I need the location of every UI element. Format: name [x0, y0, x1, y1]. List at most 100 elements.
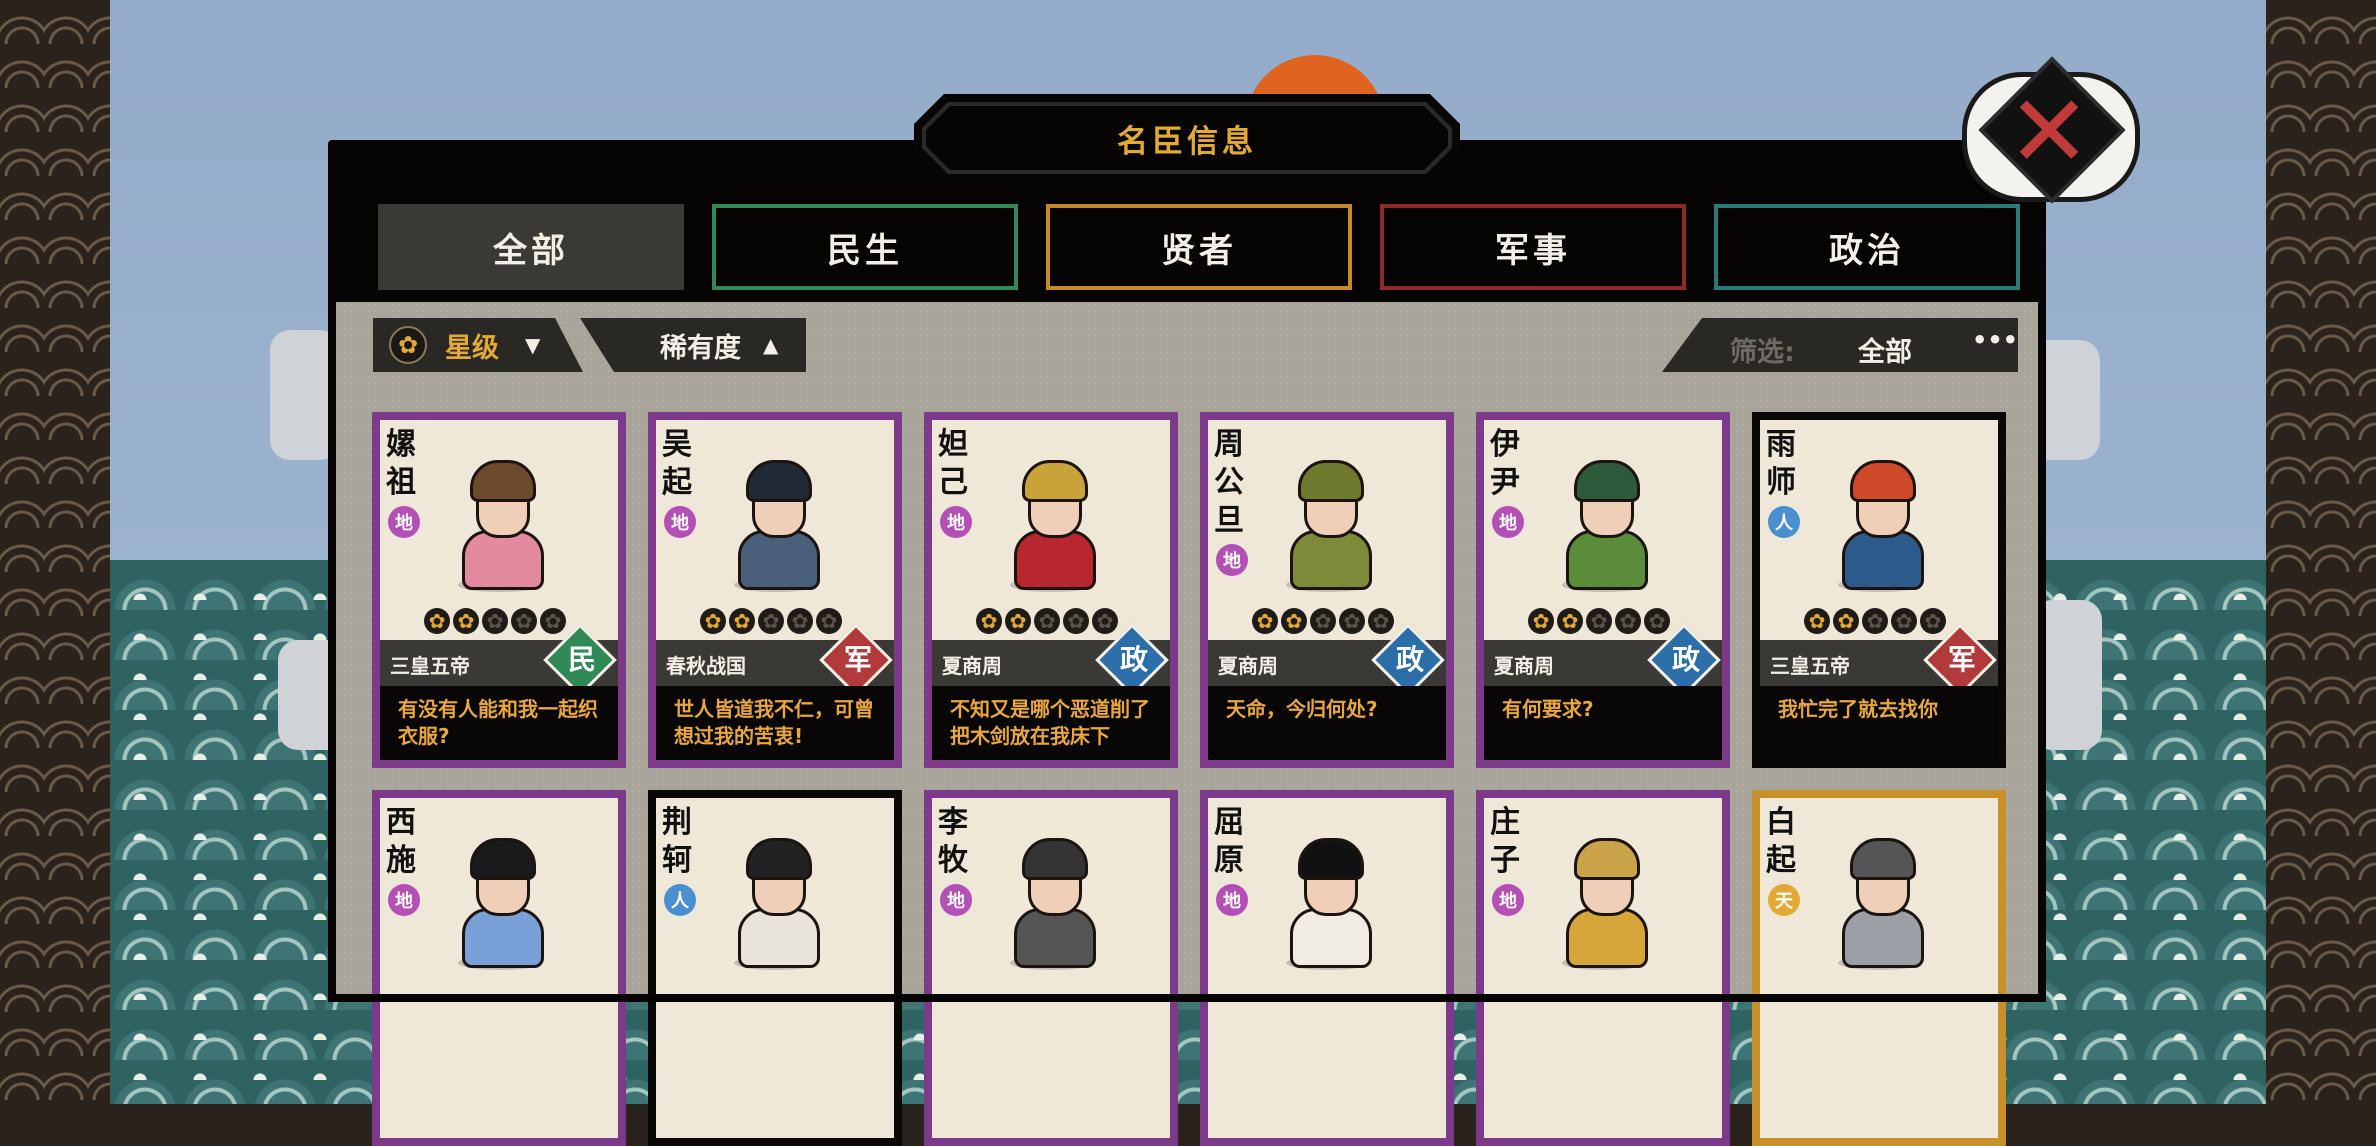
name-char: 师	[1766, 465, 1796, 500]
minister-portrait	[992, 828, 1112, 970]
minister-portrait	[1820, 828, 1940, 970]
card-body: 妲己地 ✿ ✿ ✿ ✿ ✿ 夏商周政不知又是哪个恶道削了把木剑放在我床下	[932, 420, 1170, 760]
card-body: 白起天	[1760, 798, 1998, 1138]
star-rating: ✿ ✿ ✿ ✿ ✿	[700, 608, 842, 634]
rarity-badge: 地	[388, 506, 420, 538]
portrait-hair	[1298, 838, 1364, 880]
rarity-badge: 人	[664, 884, 696, 916]
minister-quote: 天命，今归何处?	[1208, 686, 1446, 760]
filter-label: 筛选:	[1730, 337, 1795, 368]
rarity-badge: 地	[940, 884, 972, 916]
name-char: 白	[1766, 805, 1796, 840]
close-icon[interactable]: ✕	[1990, 82, 2108, 182]
star-empty-icon: ✿	[1920, 608, 1946, 634]
portrait-hair	[1850, 460, 1916, 502]
minister-portrait	[1544, 450, 1664, 592]
era-label: 春秋战国	[666, 654, 746, 678]
tab-politics[interactable]: 政治	[1714, 204, 2020, 290]
tab-all[interactable]: 全部	[378, 204, 684, 290]
minister-name: 李牧	[938, 804, 972, 880]
minister-portrait	[716, 828, 836, 970]
minister-card[interactable]: 吴起地 ✿ ✿ ✿ ✿ ✿ 春秋战国军世人皆道我不仁，可曾想过我的苦衷!	[648, 412, 902, 768]
portrait-hair	[1298, 460, 1364, 502]
star-empty-icon: ✿	[1339, 608, 1365, 634]
era-label: 夏商周	[1218, 654, 1278, 678]
star-empty-icon: ✿	[787, 608, 813, 634]
card-body: 吴起地 ✿ ✿ ✿ ✿ ✿ 春秋战国军世人皆道我不仁，可曾想过我的苦衷!	[656, 420, 894, 760]
card-body: 周公旦地 ✿ ✿ ✿ ✿ ✿ 夏商周政天命，今归何处?	[1208, 420, 1446, 760]
rarity-badge: 地	[664, 506, 696, 538]
minister-portrait	[440, 828, 560, 970]
tab-label: 贤者	[1161, 230, 1237, 271]
portrait-body	[1842, 530, 1924, 590]
name-char: 起	[662, 465, 692, 500]
tab-military[interactable]: 军事	[1380, 204, 1686, 290]
portrait-hair	[1574, 460, 1640, 502]
star-empty-icon: ✿	[758, 608, 784, 634]
star-empty-icon: ✿	[1891, 608, 1917, 634]
name-char: 伊	[1490, 427, 1520, 462]
era-label: 三皇五帝	[1770, 654, 1850, 678]
star-filled-icon: ✿	[1804, 608, 1830, 634]
star-empty-icon: ✿	[511, 608, 537, 634]
triangle-down-icon: ▼	[525, 333, 541, 357]
type-label: 政	[1119, 643, 1148, 676]
sort-by-rarity-button[interactable]: 稀有度 ▲	[580, 318, 806, 372]
minister-card[interactable]: 西施地	[372, 790, 626, 1146]
minister-quote: 有没有人能和我一起织衣服?	[380, 686, 618, 760]
name-char: 庄	[1490, 805, 1520, 840]
name-char: 李	[938, 805, 968, 840]
card-body: 屈原地	[1208, 798, 1446, 1138]
star-filled-icon: ✿	[424, 608, 450, 634]
sort-by-star-button[interactable]: ✿ 星级 ▼	[373, 318, 583, 372]
rarity-badge: 地	[1492, 506, 1524, 538]
minister-card[interactable]: 伊尹地 ✿ ✿ ✿ ✿ ✿ 夏商周政有何要求?	[1476, 412, 1730, 768]
minister-card[interactable]: 李牧地	[924, 790, 1178, 1146]
minister-card[interactable]: 荆轲人	[648, 790, 902, 1146]
tab-sages[interactable]: 贤者	[1046, 204, 1352, 290]
portrait-hair	[470, 838, 536, 880]
name-char: 雨	[1766, 427, 1796, 462]
portrait-hair	[746, 838, 812, 880]
rarity-badge: 地	[1216, 544, 1248, 576]
name-char: 祖	[386, 465, 416, 500]
star-filled-icon: ✿	[1252, 608, 1278, 634]
name-char: 施	[386, 843, 416, 878]
portrait-body	[1014, 530, 1096, 590]
name-char: 屈	[1214, 805, 1244, 840]
minister-card[interactable]: 雨师人 ✿ ✿ ✿ ✿ ✿ 三皇五帝军我忙完了就去找你	[1752, 412, 2006, 768]
star-filled-icon: ✿	[1557, 608, 1583, 634]
name-char: 旦	[1214, 503, 1244, 538]
type-label: 民	[567, 643, 596, 676]
card-body: 嫘祖地 ✿ ✿ ✿ ✿ ✿ 三皇五帝民有没有人能和我一起织衣服?	[380, 420, 618, 760]
more-options-icon[interactable]: •••	[1972, 326, 2018, 354]
name-char: 原	[1214, 843, 1244, 878]
tab-livelihood[interactable]: 民生	[712, 204, 1018, 290]
portrait-body	[738, 908, 820, 968]
name-char: 子	[1490, 843, 1520, 878]
minister-name: 吴起	[662, 426, 696, 502]
star-empty-icon: ✿	[1586, 608, 1612, 634]
star-empty-icon: ✿	[1310, 608, 1336, 634]
minister-card[interactable]: 白起天	[1752, 790, 2006, 1146]
star-empty-icon: ✿	[1034, 608, 1060, 634]
minister-card[interactable]: 屈原地	[1200, 790, 1454, 1146]
minister-card[interactable]: 庄子地	[1476, 790, 1730, 1146]
left-decorative-border	[0, 0, 116, 1104]
name-char: 西	[386, 805, 416, 840]
star-empty-icon: ✿	[482, 608, 508, 634]
filter-value[interactable]: 全部	[1858, 330, 1912, 369]
portrait-hair	[1022, 460, 1088, 502]
star-rating: ✿ ✿ ✿ ✿ ✿	[1252, 608, 1394, 634]
star-filled-icon: ✿	[729, 608, 755, 634]
minister-quote: 我忙完了就去找你	[1760, 686, 1998, 760]
rarity-badge: 地	[1216, 884, 1248, 916]
right-decorative-border	[2260, 0, 2376, 1104]
name-char: 周	[1214, 427, 1244, 462]
minister-card[interactable]: 妲己地 ✿ ✿ ✿ ✿ ✿ 夏商周政不知又是哪个恶道削了把木剑放在我床下	[924, 412, 1178, 768]
minister-card[interactable]: 嫘祖地 ✿ ✿ ✿ ✿ ✿ 三皇五帝民有没有人能和我一起织衣服?	[372, 412, 626, 768]
minister-card[interactable]: 周公旦地 ✿ ✿ ✿ ✿ ✿ 夏商周政天命，今归何处?	[1200, 412, 1454, 768]
star-empty-icon: ✿	[816, 608, 842, 634]
name-char: 起	[1766, 843, 1796, 878]
name-char: 公	[1214, 465, 1244, 500]
